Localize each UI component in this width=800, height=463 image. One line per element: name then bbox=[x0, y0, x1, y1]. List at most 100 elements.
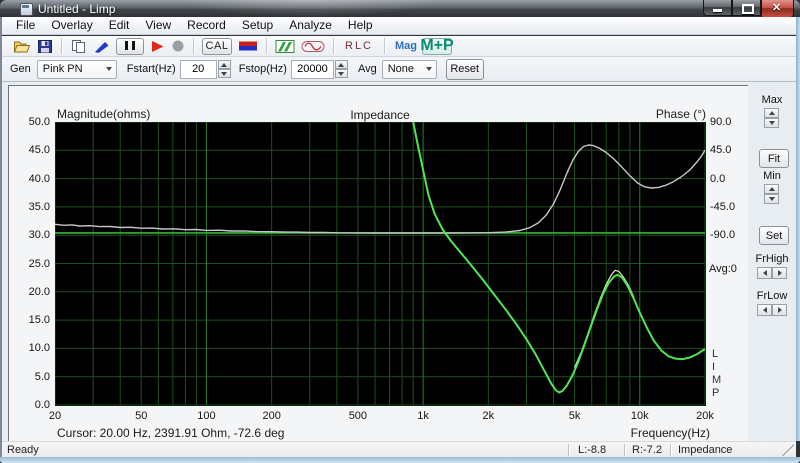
window-controls: ✕ bbox=[703, 0, 794, 18]
fstop-input[interactable] bbox=[291, 60, 334, 79]
close-button[interactable]: ✕ bbox=[761, 0, 794, 18]
spin-left-icon[interactable] bbox=[757, 267, 772, 279]
frhigh-label: FrHigh bbox=[748, 253, 796, 265]
magnitude-phase-view-button[interactable]: M+P bbox=[422, 38, 452, 55]
set-button[interactable]: Set bbox=[759, 226, 789, 245]
mag-tick: 50.0 bbox=[14, 116, 50, 128]
menu-item-overlay[interactable]: Overlay bbox=[43, 17, 100, 34]
spin-right-icon[interactable] bbox=[772, 304, 787, 316]
fit-button[interactable]: Fit bbox=[759, 149, 789, 168]
pause-button[interactable] bbox=[116, 38, 144, 55]
x-tick: 2k bbox=[473, 410, 503, 422]
mag-tick: 45.0 bbox=[14, 144, 50, 156]
main-toolbar: CAL RLC Mag M+P bbox=[2, 36, 796, 57]
spin-down-icon[interactable] bbox=[764, 194, 779, 204]
frlow-spinner[interactable] bbox=[757, 304, 787, 316]
fstart-spinner[interactable] bbox=[218, 60, 231, 78]
magnitude-view-button[interactable]: Mag bbox=[395, 40, 417, 52]
status-right-level: R:-7.2 bbox=[632, 444, 662, 456]
avg-readout: Avg:0 bbox=[709, 263, 737, 275]
avg-label: Avg bbox=[358, 63, 377, 75]
left-axis-title: Magnitude(ohms) bbox=[57, 107, 150, 121]
phase-tick: 90.0 bbox=[710, 116, 746, 128]
mp-label: M+P bbox=[420, 37, 453, 55]
phase-tick: -45.0 bbox=[710, 201, 746, 213]
averaging-select[interactable]: None bbox=[382, 60, 437, 79]
fstop-spinner[interactable] bbox=[335, 60, 348, 78]
menu-item-setup[interactable]: Setup bbox=[234, 17, 281, 34]
open-file-icon[interactable] bbox=[13, 39, 31, 54]
spin-up-icon[interactable] bbox=[764, 108, 779, 118]
record-button[interactable] bbox=[171, 39, 185, 53]
x-tick: 1k bbox=[408, 410, 438, 422]
phase-tick: -90.0 bbox=[710, 229, 746, 241]
mag-tick: 35.0 bbox=[14, 201, 50, 213]
toolbar-separator bbox=[384, 38, 385, 54]
mag-tick: 10.0 bbox=[14, 342, 50, 354]
spectrum-icon[interactable] bbox=[275, 39, 295, 54]
maximize-button[interactable] bbox=[732, 0, 761, 16]
phase-tick: 0.0 bbox=[710, 173, 746, 185]
x-tick: 20 bbox=[40, 410, 70, 422]
fstop-label: Fstop(Hz) bbox=[239, 63, 287, 75]
impedance-plot[interactable] bbox=[55, 122, 706, 406]
window-title: Untitled - Limp bbox=[38, 2, 115, 16]
set-label: Set bbox=[766, 230, 783, 242]
reset-label: Reset bbox=[450, 63, 479, 75]
reset-button[interactable]: Reset bbox=[446, 59, 484, 80]
status-separator bbox=[568, 444, 569, 456]
fstart-input[interactable] bbox=[180, 60, 217, 79]
maximize-icon bbox=[742, 4, 754, 14]
generator-icon[interactable] bbox=[301, 39, 325, 54]
spin-down-icon[interactable] bbox=[335, 69, 348, 78]
spin-left-icon[interactable] bbox=[757, 304, 772, 316]
title-bar[interactable]: Untitled - Limp ✕ bbox=[0, 0, 800, 17]
menu-item-record[interactable]: Record bbox=[179, 17, 234, 34]
save-icon[interactable] bbox=[37, 39, 53, 54]
spin-down-icon[interactable] bbox=[764, 118, 779, 128]
spin-up-icon[interactable] bbox=[218, 60, 231, 69]
max-spinner[interactable] bbox=[764, 108, 779, 128]
x-tick: 500 bbox=[343, 410, 373, 422]
chart-title: Impedance bbox=[300, 108, 460, 122]
status-ready: Ready bbox=[7, 444, 39, 456]
toolbar-separator bbox=[193, 38, 194, 54]
generator-select[interactable]: Pink PN bbox=[37, 60, 117, 79]
spin-up-icon[interactable] bbox=[764, 184, 779, 194]
copy-icon[interactable] bbox=[70, 39, 87, 54]
spin-up-icon[interactable] bbox=[335, 60, 348, 69]
minimize-button[interactable] bbox=[703, 0, 732, 16]
window-border-right bbox=[796, 17, 800, 441]
level-meter-icon[interactable] bbox=[238, 40, 258, 53]
phase-tick: 45.0 bbox=[710, 144, 746, 156]
frhigh-spinner[interactable] bbox=[757, 267, 787, 279]
x-tick: 100 bbox=[191, 410, 221, 422]
calibrate-button[interactable]: CAL bbox=[202, 38, 232, 55]
mag-tick: 5.0 bbox=[14, 371, 50, 383]
play-button[interactable] bbox=[150, 39, 165, 54]
app-icon[interactable] bbox=[20, 3, 33, 16]
limp-brand-vertical: LIMP bbox=[712, 348, 721, 400]
mag-tick: 20.0 bbox=[14, 286, 50, 298]
spin-right-icon[interactable] bbox=[772, 267, 787, 279]
app-window: Untitled - Limp ✕ File Overlay Edit View… bbox=[0, 0, 800, 463]
mag-tick: 0.0 bbox=[14, 399, 50, 411]
status-separator bbox=[624, 444, 625, 456]
window-border-left bbox=[0, 17, 2, 457]
min-spinner[interactable] bbox=[764, 184, 779, 204]
pen-tool-icon[interactable] bbox=[93, 39, 110, 54]
menu-item-file[interactable]: File bbox=[8, 17, 43, 34]
spin-down-icon[interactable] bbox=[218, 69, 231, 78]
max-label: Max bbox=[748, 94, 796, 106]
cursor-readout: Cursor: 20.00 Hz, 2391.91 Ohm, -72.6 deg bbox=[57, 426, 284, 440]
menu-item-edit[interactable]: Edit bbox=[101, 17, 138, 34]
resize-grip[interactable] bbox=[782, 444, 794, 456]
close-icon: ✕ bbox=[772, 3, 781, 14]
menu-item-analyze[interactable]: Analyze bbox=[281, 17, 340, 34]
menu-item-help[interactable]: Help bbox=[340, 17, 381, 34]
menu-item-view[interactable]: View bbox=[137, 17, 179, 34]
rlc-mode-button[interactable]: RLC bbox=[345, 40, 373, 52]
gen-label: Gen bbox=[10, 63, 31, 75]
titlebar-glass-sheen bbox=[180, 0, 440, 17]
fstart-label: Fstart(Hz) bbox=[127, 63, 176, 75]
